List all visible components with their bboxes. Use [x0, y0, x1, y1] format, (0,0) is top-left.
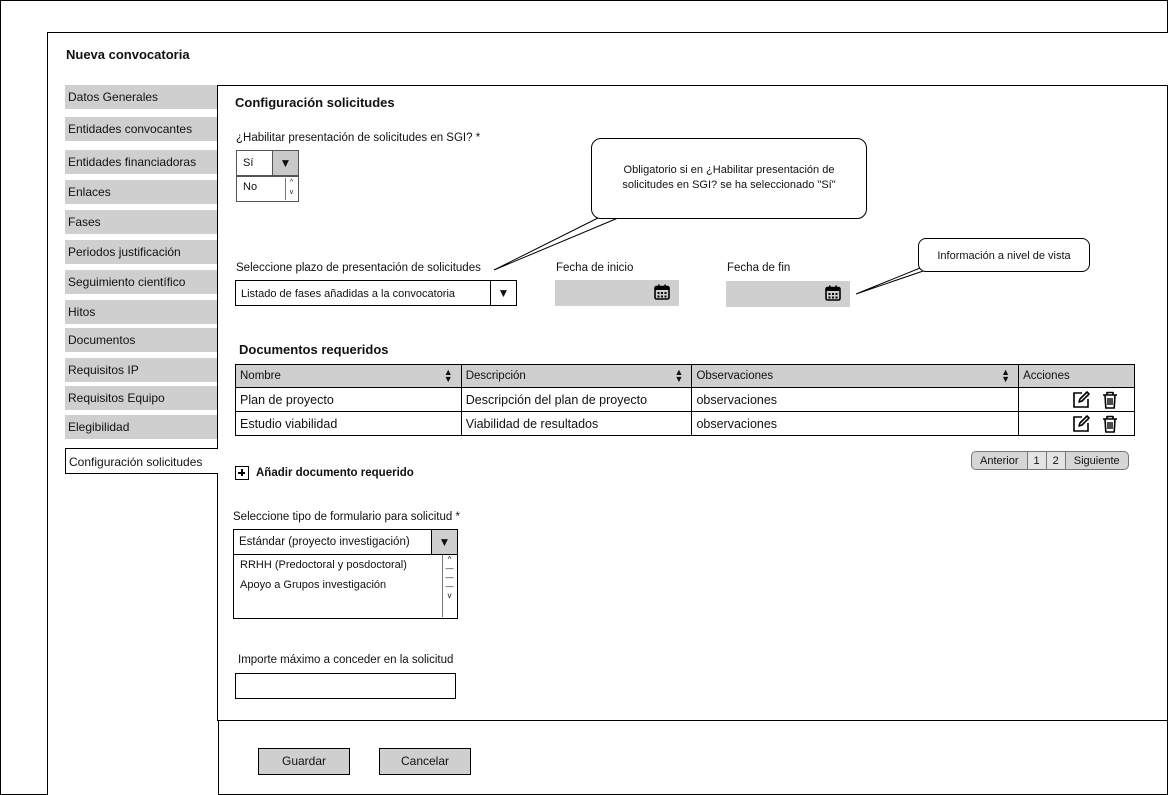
- habilitar-option-no[interactable]: No: [243, 181, 257, 193]
- formulario-label: Seleccione tipo de formulario para solic…: [233, 511, 460, 523]
- habilitar-select[interactable]: Sí ▼: [236, 150, 299, 176]
- documentos-table: Nombre ▲ ▼ Descripción ▲ ▼ Observaciones ▲ ▼ A…: [235, 364, 1135, 436]
- sort-icon[interactable]: ▲ ▼: [1001, 368, 1010, 384]
- left-navigation-strip: [0, 32, 48, 795]
- documentos-title: Documentos requeridos: [239, 342, 389, 357]
- sidebar-item-elegibilidad[interactable]: Elegibilidad: [65, 415, 218, 439]
- add-documento-label: Añadir documento requerido: [256, 467, 414, 479]
- cell-descripcion: Descripción del plan de proyecto: [460, 387, 693, 412]
- plazo-label: Seleccione plazo de presentación de soli…: [236, 262, 481, 274]
- sort-icon[interactable]: ▲ ▼: [444, 368, 453, 384]
- formulario-options-list[interactable]: RRHH (Predoctoral y posdoctoral) Apoyo a…: [233, 555, 458, 619]
- plazo-value: Listado de fases añadidas a la convocato…: [241, 288, 456, 300]
- sidebar-item-seguimiento-cientifico[interactable]: Seguimiento científico: [65, 270, 218, 294]
- sort-icon[interactable]: ▲ ▼: [675, 368, 684, 384]
- sidebar-item-fases[interactable]: Fases: [65, 210, 218, 234]
- formulario-option[interactable]: Apoyo a Grupos investigación: [240, 579, 386, 591]
- sidebar-item-requisitos-equipo[interactable]: Requisitos Equipo: [65, 386, 218, 410]
- add-documento-button[interactable]: Añadir documento requerido: [235, 466, 414, 480]
- scrollbar[interactable]: ^ — — — v: [442, 555, 456, 617]
- calendar-icon[interactable]: [654, 284, 670, 300]
- column-header-descripcion[interactable]: Descripción ▲ ▼: [460, 364, 693, 388]
- plazo-select[interactable]: Listado de fases añadidas a la convocato…: [235, 280, 517, 306]
- edit-icon[interactable]: [1071, 390, 1091, 410]
- sidebar-item-documentos[interactable]: Documentos: [65, 328, 218, 352]
- save-button[interactable]: Guardar: [258, 748, 350, 775]
- sidebar-item-configuracion-solicitudes[interactable]: Configuración solicitudes: [65, 448, 218, 474]
- trash-icon[interactable]: [1100, 390, 1120, 410]
- sidebar-item-entidades-financiadoras[interactable]: Entidades financiadoras: [65, 150, 218, 174]
- table-row: Estudio viabilidad Viabilidad de resulta…: [235, 411, 1135, 436]
- calendar-icon[interactable]: [825, 285, 841, 301]
- cell-descripcion: Viabilidad de resultados: [460, 411, 693, 436]
- habilitar-options-list[interactable]: No ^ v: [236, 176, 299, 202]
- top-bar: [0, 0, 1168, 33]
- edit-icon[interactable]: [1071, 414, 1091, 434]
- cell-observaciones: observaciones: [691, 387, 1020, 412]
- pagination-page-2[interactable]: 2: [1046, 452, 1066, 469]
- fecha-inicio-field[interactable]: [555, 280, 679, 306]
- habilitar-label: ¿Habilitar presentación de solicitudes e…: [236, 132, 481, 144]
- importe-input[interactable]: [235, 673, 456, 699]
- column-header-label: Nombre: [240, 370, 281, 382]
- cell-nombre: Estudio viabilidad: [235, 411, 462, 436]
- triangle-down-icon[interactable]: ▼: [490, 281, 516, 305]
- column-header-nombre[interactable]: Nombre ▲ ▼: [235, 364, 462, 388]
- pagination-prev-button[interactable]: Anterior: [972, 452, 1028, 469]
- sidebar-item-datos-generales[interactable]: Datos Generales: [65, 85, 218, 109]
- cell-observaciones: observaciones: [691, 411, 1020, 436]
- cancel-button[interactable]: Cancelar: [379, 748, 471, 775]
- page-title: Nueva convocatoria: [66, 47, 190, 62]
- column-header-observaciones[interactable]: Observaciones ▲ ▼: [691, 364, 1020, 388]
- pagination: Anterior 1 2 Siguiente: [971, 451, 1129, 470]
- triangle-down-icon[interactable]: ▼: [272, 151, 298, 175]
- callout-info: Información a nivel de vista: [918, 238, 1090, 272]
- footer-panel: [218, 721, 1168, 795]
- plus-square-icon: [235, 466, 249, 480]
- trash-icon[interactable]: [1100, 414, 1120, 434]
- callout-obligatorio: Obligatorio si en ¿Habilitar presentació…: [591, 138, 867, 219]
- sidebar-item-enlaces[interactable]: Enlaces: [65, 180, 218, 204]
- triangle-down-icon[interactable]: ▼: [431, 530, 457, 554]
- table-row: Plan de proyecto Descripción del plan de…: [235, 387, 1135, 412]
- cell-nombre: Plan de proyecto: [235, 387, 462, 412]
- formulario-select[interactable]: Estándar (proyecto investigación) ▼: [233, 529, 458, 555]
- sidebar-item-entidades-convocantes[interactable]: Entidades convocantes: [65, 117, 218, 141]
- sidebar-item-hitos[interactable]: Hitos: [65, 300, 218, 324]
- cell-acciones: [1018, 411, 1135, 436]
- column-header-label: Descripción: [465, 370, 526, 382]
- pagination-page-1[interactable]: 1: [1027, 452, 1047, 469]
- table-header-row: Nombre ▲ ▼ Descripción ▲ ▼ Observaciones ▲ ▼ A…: [235, 364, 1135, 388]
- importe-label: Importe máximo a conceder en la solicitu…: [238, 654, 454, 666]
- sidebar-item-requisitos-ip[interactable]: Requisitos IP: [65, 358, 218, 382]
- column-header-label: Acciones: [1023, 370, 1070, 382]
- pagination-next-button[interactable]: Siguiente: [1066, 452, 1128, 469]
- fecha-fin-label: Fecha de fin: [727, 262, 791, 274]
- sidebar-item-periodos-justificacion[interactable]: Periodos justificación: [65, 240, 218, 264]
- formulario-option[interactable]: RRHH (Predoctoral y posdoctoral): [240, 559, 407, 571]
- fecha-fin-field[interactable]: [726, 281, 850, 307]
- scrollbar[interactable]: ^ v: [285, 178, 297, 200]
- section-title: Configuración solicitudes: [235, 95, 395, 110]
- fecha-inicio-label: Fecha de inicio: [556, 262, 634, 274]
- column-header-acciones: Acciones: [1018, 364, 1135, 388]
- cell-acciones: [1018, 387, 1135, 412]
- column-header-label: Observaciones: [696, 370, 774, 382]
- formulario-selected-value: Estándar (proyecto investigación): [239, 536, 410, 548]
- habilitar-selected-value: Sí: [243, 157, 254, 169]
